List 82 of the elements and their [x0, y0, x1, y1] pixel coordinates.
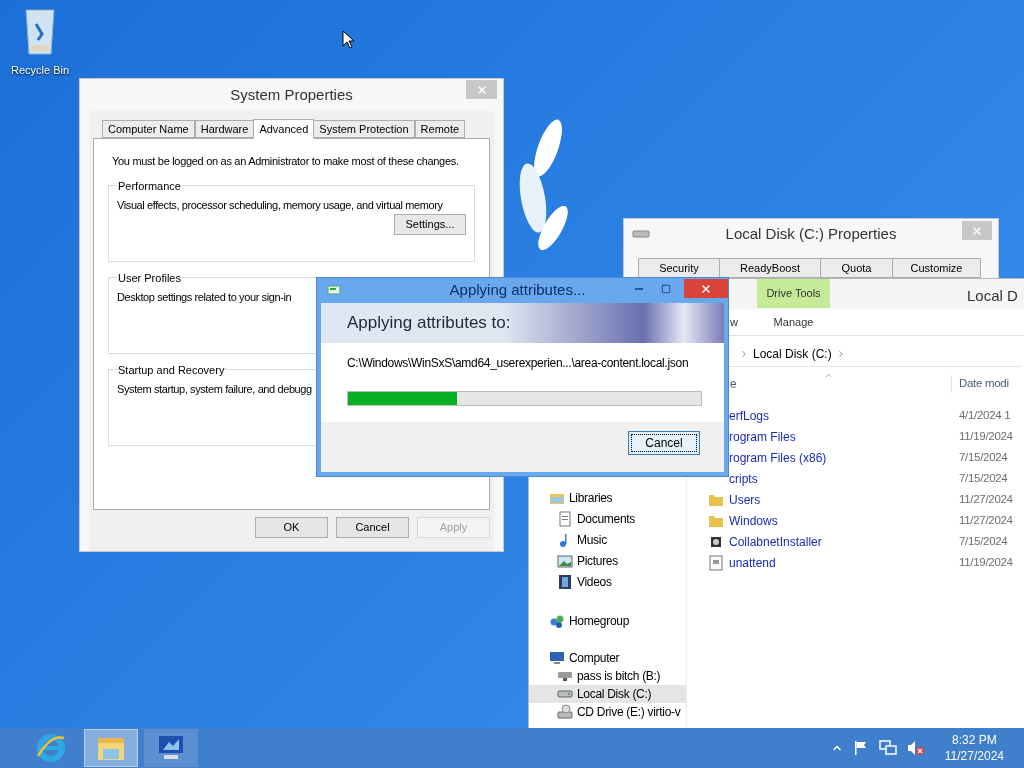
ribbon-tab[interactable]: Manage [757, 313, 830, 331]
dialog-heading: Applying attributes to: [347, 312, 511, 335]
taskbar-button[interactable] [144, 729, 198, 767]
window-title: Local D [967, 286, 1018, 306]
dialog-button[interactable]: OK [255, 517, 328, 538]
column-header[interactable]: Date modi [951, 375, 1009, 393]
tab[interactable]: Remote [414, 120, 466, 138]
tab[interactable]: Customize [892, 258, 981, 278]
date-modified: 11/19/2024 [959, 428, 1013, 444]
context-tab[interactable]: Drive Tools [757, 279, 830, 308]
computer-icon [549, 650, 565, 666]
nav-item[interactable]: CD Drive (E:) virtio-v [529, 703, 686, 721]
date-modified: 7/15/2024 [959, 470, 1008, 486]
date-modified: 7/15/2024 [959, 449, 1008, 465]
nav-item[interactable]: Homegroup [529, 610, 686, 631]
network-icon[interactable] [878, 740, 897, 756]
disk-drive-icon [557, 690, 573, 698]
mouse-pointer-icon [342, 30, 355, 49]
clock-date[interactable]: 11/27/2024 [944, 748, 1004, 764]
ribbon-tab[interactable]: w [730, 313, 757, 331]
tab[interactable]: ReadyBoost [719, 258, 821, 278]
tab[interactable]: Hardware [194, 120, 255, 138]
date-modified: 7/15/2024 [959, 533, 1008, 549]
browser-e-icon [35, 732, 67, 764]
file-name[interactable]: rogram Files (x86) [729, 448, 827, 467]
drive-icon [632, 229, 650, 239]
file-name[interactable]: CollabnetInstaller [729, 532, 822, 551]
nav-item[interactable]: Computer [529, 649, 686, 667]
date-modified: 11/27/2024 [959, 512, 1013, 528]
dialog-button[interactable]: Cancel [336, 517, 409, 538]
group-title: User Profiles [117, 270, 182, 286]
clock-time[interactable]: 8:32 PM [952, 732, 997, 748]
flag-icon[interactable] [852, 740, 869, 756]
group-title: Startup and Recovery [117, 362, 226, 378]
close-button[interactable] [684, 279, 728, 298]
cancel-button[interactable]: Cancel [628, 431, 700, 455]
speaker-muted-icon[interactable] [906, 740, 925, 756]
dialog-icon [327, 285, 343, 297]
window-title: Applying attributes... [449, 280, 587, 301]
group-description: Desktop settings related to your sign-in [117, 290, 292, 305]
desktop-icon-label[interactable]: Recycle Bin [10, 62, 70, 79]
window-title: System Properties [230, 84, 353, 105]
maximize-icon [661, 284, 671, 294]
file-name[interactable]: rogram Files [729, 427, 796, 446]
group-description: System startup, system failure, and debugg [117, 382, 312, 397]
notice-text: You must be logged on as an Administrator to make most of these changes. [111, 154, 460, 169]
file-name[interactable]: unattend [729, 553, 776, 572]
group-description: Visual effects, processor scheduling, memory usage, and virtual memory [117, 198, 443, 213]
date-modified: 11/19/2024 [959, 554, 1013, 570]
tab[interactable]: System Protection [313, 120, 415, 138]
column-header[interactable]: e [730, 375, 737, 393]
file-icon [708, 554, 724, 571]
breadcrumb-item[interactable]: Local Disk (C:) [753, 345, 832, 363]
cd-drive-icon [557, 704, 573, 720]
file-name[interactable]: Users [729, 490, 761, 509]
tab[interactable]: Advanced [253, 119, 315, 139]
file-name[interactable]: cripts [729, 469, 758, 488]
settings-button[interactable]: Settings... [394, 213, 466, 235]
close-icon [700, 282, 712, 295]
document-icon [557, 510, 573, 527]
file-name[interactable]: erfLogs [729, 406, 770, 425]
nav-item[interactable]: Local Disk (C:) [529, 685, 686, 703]
pictures-icon [557, 552, 573, 569]
nav-item[interactable]: pass is bitch (B:) [529, 667, 686, 685]
nav-item[interactable]: Videos [529, 571, 686, 592]
network-drive-icon [557, 671, 573, 681]
chevron-right-icon [739, 349, 749, 359]
window-title: Local Disk (C:) Properties [725, 223, 897, 244]
tab[interactable]: Security [638, 258, 720, 278]
date-modified: 4/1/2024 1 [959, 407, 1011, 423]
nav-item[interactable]: Documents [529, 508, 686, 529]
nav-item[interactable]: Libraries [529, 487, 686, 508]
close-icon [971, 224, 983, 237]
nav-item[interactable]: Music [529, 529, 686, 550]
group-title: Performance [117, 178, 182, 194]
close-icon [475, 83, 488, 96]
tab[interactable]: Computer Name [102, 120, 195, 138]
tab[interactable]: Quota [820, 258, 893, 278]
file-name[interactable]: Windows [729, 511, 778, 530]
film-icon [557, 573, 573, 590]
date-modified: 11/27/2024 [959, 491, 1013, 507]
nav-item[interactable]: Pictures [529, 550, 686, 571]
